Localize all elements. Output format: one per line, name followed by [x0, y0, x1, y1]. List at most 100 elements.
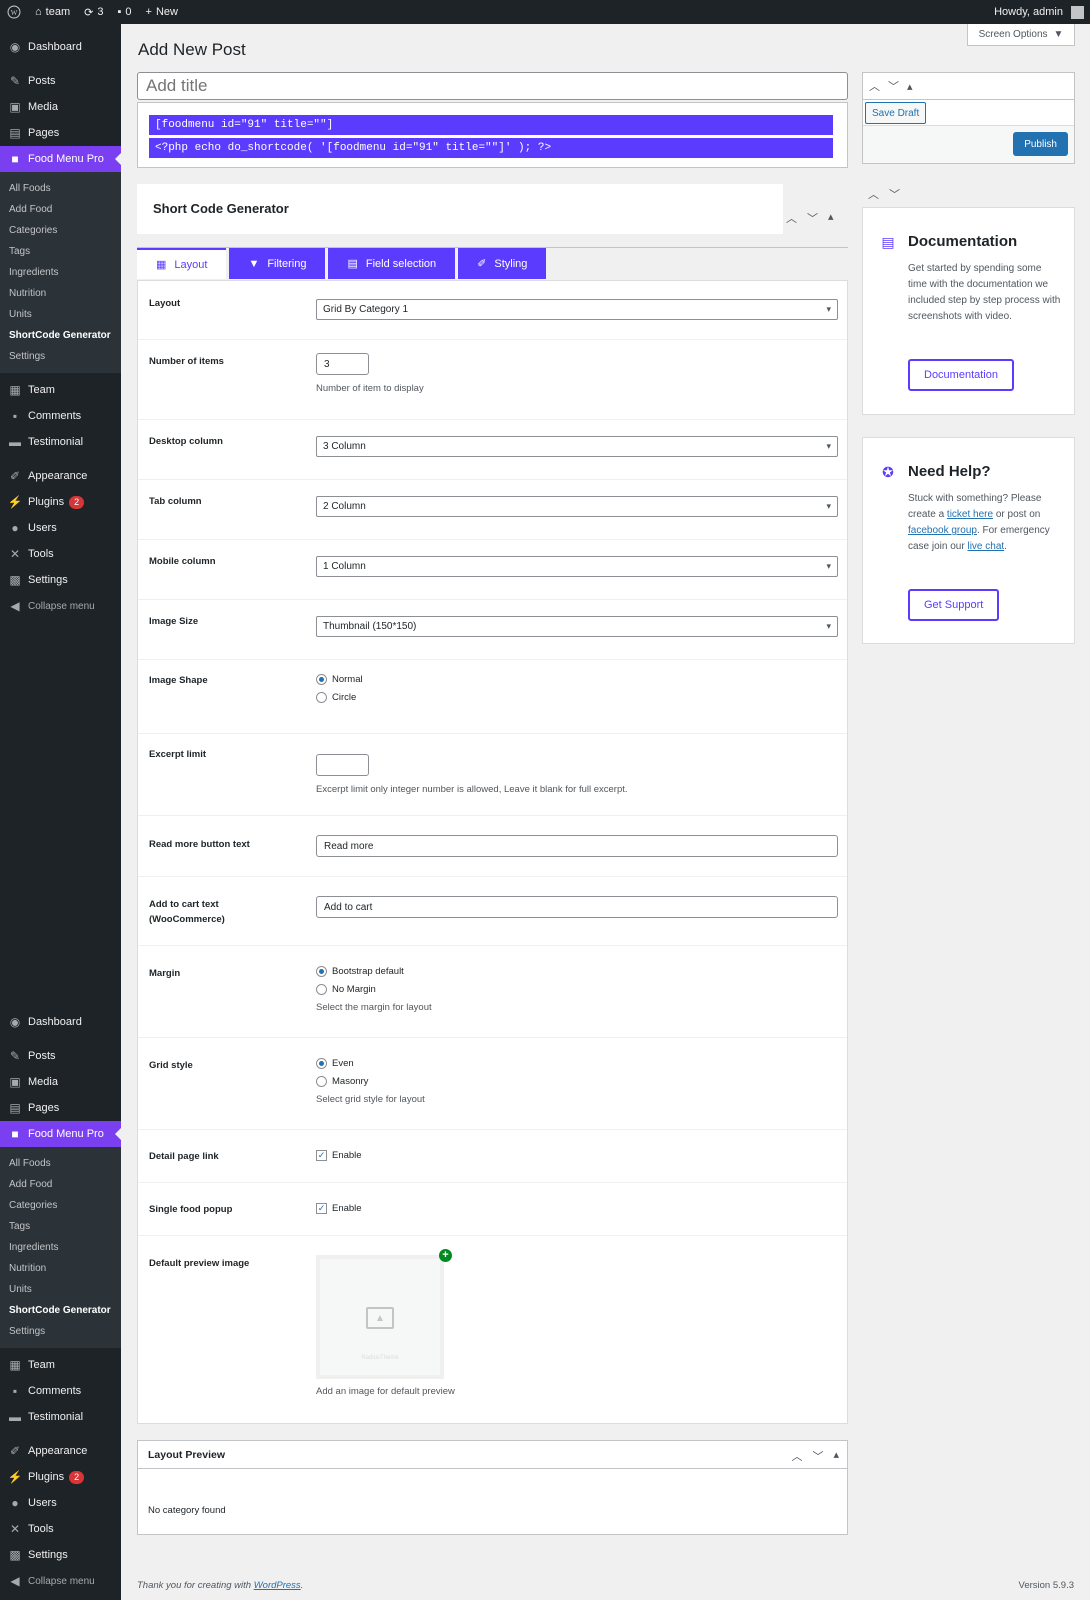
image-shape-normal-radio[interactable]: Normal	[316, 674, 363, 685]
chevron-down-icon[interactable]: ﹀	[807, 210, 818, 226]
save-draft-button[interactable]: Save Draft	[865, 102, 927, 124]
pages-icon: ▤	[9, 126, 21, 140]
excerpt-limit-input[interactable]	[316, 754, 369, 776]
post-title-input[interactable]	[137, 72, 848, 100]
menu-dashboard[interactable]: ◉ Dashboard	[0, 1009, 121, 1035]
tab-layout[interactable]: ▦ Layout	[137, 248, 227, 279]
margin-none-radio[interactable]: No Margin	[316, 984, 376, 995]
shortcode-line[interactable]: [foodmenu id="91" title=""]	[149, 115, 833, 135]
read-more-input[interactable]: Read more	[316, 835, 838, 857]
ticket-link[interactable]: ticket here	[947, 509, 993, 520]
menu-media[interactable]: ▣ Media	[0, 94, 121, 120]
layout-select[interactable]: Grid By Category 1	[316, 299, 838, 320]
grid-style-masonry-radio[interactable]: Masonry	[316, 1076, 368, 1087]
submenu-ingredients[interactable]: Ingredients	[0, 1237, 121, 1258]
menu-comments[interactable]: ▪ Comments	[0, 403, 121, 429]
submenu-nutrition[interactable]: Nutrition	[0, 283, 121, 304]
margin-bootstrap-radio[interactable]: Bootstrap default	[316, 966, 404, 977]
menu-users[interactable]: ● Users	[0, 515, 121, 541]
team-icon: ▦	[9, 383, 21, 397]
facebook-group-link[interactable]: facebook group	[908, 525, 977, 536]
menu-settings[interactable]: ▩ Settings	[0, 1542, 121, 1568]
submenu-settings[interactable]: Settings	[0, 1321, 121, 1342]
popup-checkbox[interactable]: ✓ Enable	[316, 1203, 362, 1214]
menu-testimonial[interactable]: ▬ Testimonial	[0, 1404, 121, 1430]
submenu-categories[interactable]: Categories	[0, 1195, 121, 1216]
menu-food-menu-pro[interactable]: ■ Food Menu Pro	[0, 1121, 121, 1147]
submenu-all-foods[interactable]: All Foods	[0, 1153, 121, 1174]
submenu-shortcode-generator[interactable]: ShortCode Generator	[0, 325, 121, 346]
submenu-add-food[interactable]: Add Food	[0, 199, 121, 220]
detail-link-checkbox[interactable]: ✓ Enable	[316, 1150, 362, 1161]
menu-dashboard[interactable]: ◉ Dashboard	[0, 34, 121, 60]
comments-link[interactable]: ▪ 0	[110, 0, 138, 24]
get-support-button[interactable]: Get Support	[908, 589, 1000, 621]
menu-posts[interactable]: ✎ Posts	[0, 68, 121, 94]
my-account-link[interactable]: Howdy, admin	[987, 0, 1090, 24]
tab-filtering[interactable]: ▼ Filtering	[229, 248, 326, 279]
add-image-icon[interactable]: +	[439, 1249, 452, 1262]
submenu-ingredients[interactable]: Ingredients	[0, 262, 121, 283]
desktop-column-select[interactable]: 3 Column	[316, 436, 838, 457]
collapse-menu-button[interactable]: ◀ Collapse menu	[0, 1568, 121, 1594]
chevron-down-icon[interactable]: ﹀	[889, 186, 900, 202]
submenu-categories[interactable]: Categories	[0, 220, 121, 241]
submenu-add-food[interactable]: Add Food	[0, 1174, 121, 1195]
menu-tools[interactable]: ✕ Tools	[0, 541, 121, 567]
php-shortcode-line[interactable]: <?php echo do_shortcode( '[foodmenu id="…	[149, 138, 833, 158]
toggle-triangle-icon[interactable]: ▴	[833, 1448, 839, 1464]
menu-team[interactable]: ▦ Team	[0, 377, 121, 403]
menu-team[interactable]: ▦ Team	[0, 1352, 121, 1378]
grid-style-even-radio[interactable]: Even	[316, 1058, 354, 1069]
menu-tools[interactable]: ✕ Tools	[0, 1516, 121, 1542]
submenu-tags[interactable]: Tags	[0, 241, 121, 262]
chevron-up-icon[interactable]: ︿	[791, 1448, 802, 1464]
menu-appearance[interactable]: ✐ Appearance	[0, 463, 121, 489]
menu-posts[interactable]: ✎ Posts	[0, 1043, 121, 1069]
new-content-link[interactable]: + New	[139, 0, 185, 24]
updates-link[interactable]: ⟳ 3	[77, 0, 110, 24]
collapse-menu-button[interactable]: ◀ Collapse menu	[0, 593, 121, 619]
image-shape-circle-radio[interactable]: Circle	[316, 692, 356, 703]
wordpress-logo-icon[interactable]: W	[0, 0, 28, 24]
mobile-column-select[interactable]: 1 Column	[316, 556, 838, 577]
submenu-settings[interactable]: Settings	[0, 346, 121, 367]
submenu-all-foods[interactable]: All Foods	[0, 178, 121, 199]
screen-options-button[interactable]: Screen Options ▼	[967, 24, 1075, 46]
menu-pages[interactable]: ▤ Pages	[0, 120, 121, 146]
submenu-shortcode-generator[interactable]: ShortCode Generator	[0, 1300, 121, 1321]
live-chat-link[interactable]: live chat	[967, 541, 1004, 552]
menu-settings[interactable]: ▩ Settings	[0, 567, 121, 593]
chevron-up-icon[interactable]: ︿	[786, 210, 797, 226]
add-to-cart-input[interactable]: Add to cart	[316, 896, 838, 918]
menu-media[interactable]: ▣ Media	[0, 1069, 121, 1095]
tab-field-selection[interactable]: ▤ Field selection	[328, 248, 456, 279]
menu-comments[interactable]: ▪ Comments	[0, 1378, 121, 1404]
submenu-tags[interactable]: Tags	[0, 1216, 121, 1237]
chevron-down-icon[interactable]: ﹀	[812, 1448, 823, 1464]
image-size-select[interactable]: Thumbnail (150*150)	[316, 616, 838, 637]
chevron-up-icon[interactable]: ︿	[869, 78, 880, 94]
submenu-units[interactable]: Units	[0, 1279, 121, 1300]
submenu-units[interactable]: Units	[0, 304, 121, 325]
documentation-button[interactable]: Documentation	[908, 359, 1014, 391]
menu-users[interactable]: ● Users	[0, 1490, 121, 1516]
tab-styling[interactable]: ✐ Styling	[458, 248, 547, 279]
menu-plugins[interactable]: ⚡ Plugins 2	[0, 1464, 121, 1490]
publish-button[interactable]: Publish	[1013, 132, 1068, 156]
preview-image-placeholder[interactable]: ▲ RadiusTheme	[316, 1255, 444, 1379]
tab-column-select[interactable]: 2 Column	[316, 496, 838, 517]
chevron-up-icon[interactable]: ︿	[868, 186, 879, 202]
site-name-link[interactable]: ⌂ team	[28, 0, 77, 24]
wordpress-link[interactable]: WordPress	[254, 1580, 301, 1591]
menu-food-menu-pro[interactable]: ■ Food Menu Pro	[0, 146, 121, 172]
menu-appearance[interactable]: ✐ Appearance	[0, 1438, 121, 1464]
menu-plugins[interactable]: ⚡ Plugins 2	[0, 489, 121, 515]
menu-pages[interactable]: ▤ Pages	[0, 1095, 121, 1121]
chevron-down-icon[interactable]: ﹀	[888, 78, 899, 94]
menu-testimonial[interactable]: ▬ Testimonial	[0, 429, 121, 455]
toggle-triangle-icon[interactable]: ▴	[828, 210, 834, 226]
toggle-triangle-icon[interactable]: ▴	[907, 80, 913, 93]
number-of-items-input[interactable]: 3	[316, 353, 369, 375]
submenu-nutrition[interactable]: Nutrition	[0, 1258, 121, 1279]
